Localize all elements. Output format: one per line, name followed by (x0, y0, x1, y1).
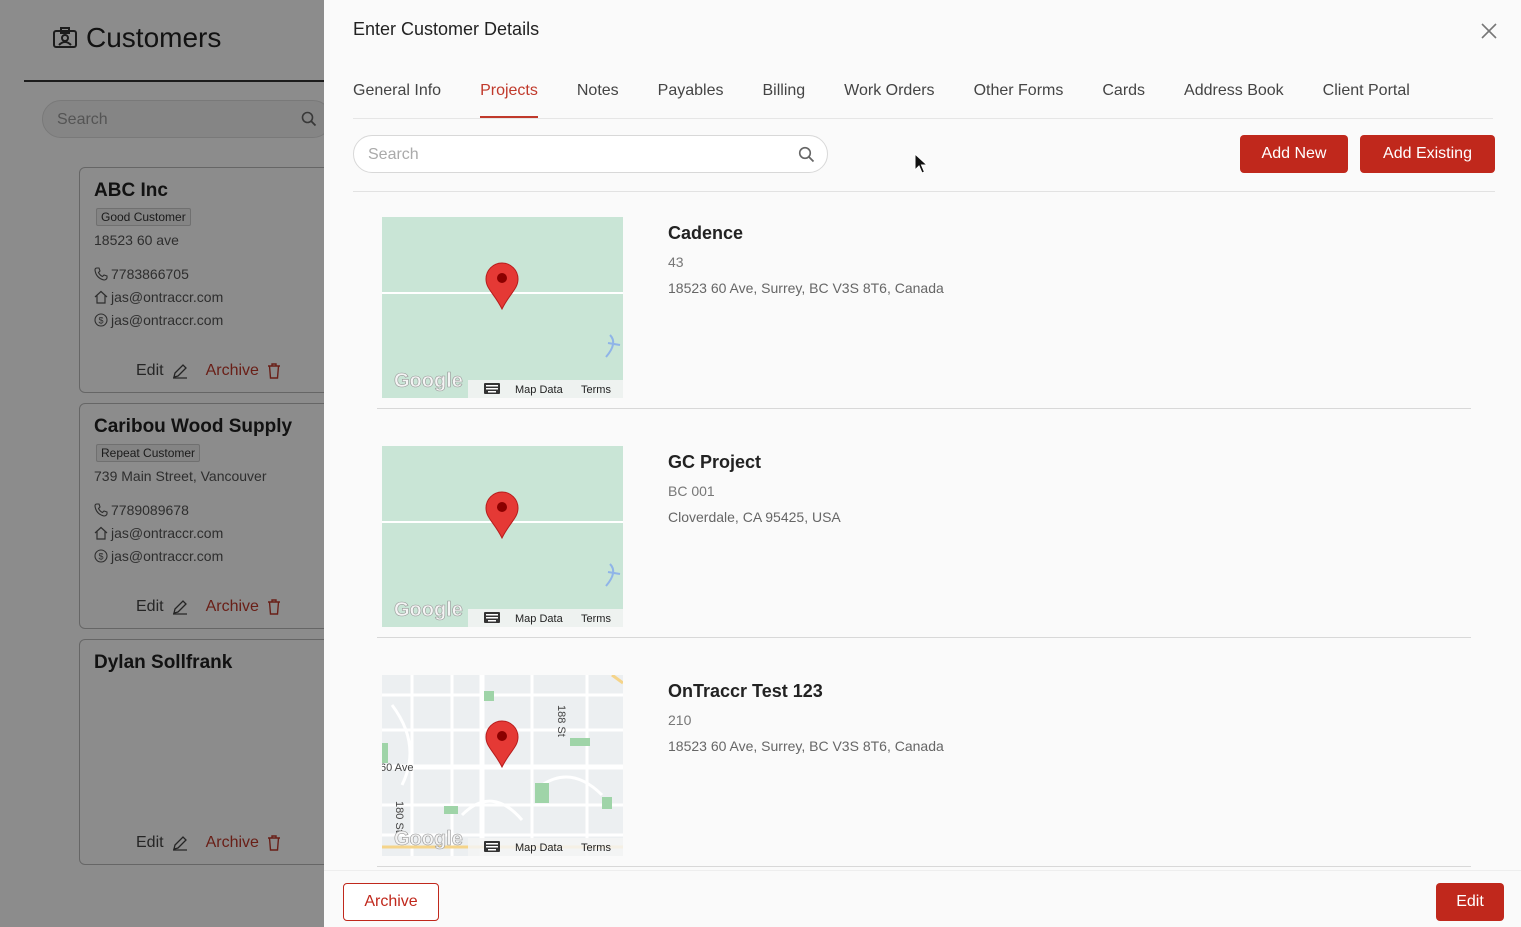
search-icon[interactable] (798, 146, 815, 163)
project-name[interactable]: GC Project (668, 452, 761, 473)
project-row[interactable]: Google Map Data Terms Cadence 43 18523 6… (377, 193, 1471, 409)
project-map[interactable]: Google Map Data Terms (382, 446, 623, 627)
project-map[interactable]: 188 St 60 Ave 180 St Google Map Data Ter… (382, 675, 623, 856)
archive-button[interactable]: Archive (343, 883, 439, 921)
tab-notes[interactable]: Notes (577, 64, 619, 118)
customer-details-drawer: Enter Customer Details General Info Proj… (324, 0, 1521, 927)
google-logo: Google (394, 370, 463, 392)
tab-cards[interactable]: Cards (1102, 64, 1145, 118)
edit-button[interactable]: Edit (1436, 883, 1504, 921)
tab-projects[interactable]: Projects (480, 64, 538, 118)
project-number: BC 001 (668, 483, 715, 499)
project-number: 43 (668, 254, 684, 270)
map-data-link[interactable]: Map Data (515, 384, 564, 396)
tab-billing[interactable]: Billing (762, 64, 805, 118)
add-new-button[interactable]: Add New (1240, 135, 1348, 173)
keyboard-icon[interactable] (484, 612, 500, 623)
tab-payables[interactable]: Payables (658, 64, 724, 118)
mouse-cursor-icon (914, 153, 928, 174)
terms-link[interactable]: Terms (581, 384, 611, 396)
tab-work-orders[interactable]: Work Orders (844, 64, 934, 118)
drawer-title: Enter Customer Details (353, 19, 540, 39)
map-data-link[interactable]: Map Data (515, 613, 564, 625)
terms-link[interactable]: Terms (581, 613, 611, 625)
keyboard-icon[interactable] (484, 841, 500, 852)
tab-bar: General Info Projects Notes Payables Bil… (353, 64, 1493, 119)
tab-client-portal[interactable]: Client Portal (1323, 64, 1410, 118)
project-number: 210 (668, 712, 692, 728)
map-data-link[interactable]: Map Data (515, 842, 564, 854)
project-address: 18523 60 Ave, Surrey, BC V3S 8T6, Canada (668, 280, 944, 296)
tab-address-book[interactable]: Address Book (1184, 64, 1284, 118)
project-search (353, 135, 828, 173)
street-label: 188 St (555, 705, 567, 737)
keyboard-icon[interactable] (484, 383, 500, 394)
list-divider (353, 191, 1495, 192)
drawer-footer: Archive Edit (324, 870, 1521, 927)
project-address: 18523 60 Ave, Surrey, BC V3S 8T6, Canada (668, 738, 944, 754)
street-label: 60 Ave (382, 762, 413, 774)
google-logo: Google (394, 828, 463, 850)
project-map[interactable]: Google Map Data Terms (382, 217, 623, 398)
google-logo: Google (394, 599, 463, 621)
project-name[interactable]: OnTraccr Test 123 (668, 681, 823, 702)
close-icon[interactable] (1480, 22, 1498, 40)
project-row[interactable]: Google Map Data Terms GC Project BC 001 … (377, 422, 1471, 638)
project-name[interactable]: Cadence (668, 223, 743, 244)
project-search-input[interactable] (368, 144, 788, 166)
project-address: Cloverdale, CA 95425, USA (668, 509, 841, 525)
tab-other-forms[interactable]: Other Forms (974, 64, 1064, 118)
tab-general-info[interactable]: General Info (353, 64, 441, 118)
terms-link[interactable]: Terms (581, 842, 611, 854)
project-row[interactable]: 188 St 60 Ave 180 St Google Map Data Ter… (377, 651, 1471, 867)
add-existing-button[interactable]: Add Existing (1360, 135, 1495, 173)
